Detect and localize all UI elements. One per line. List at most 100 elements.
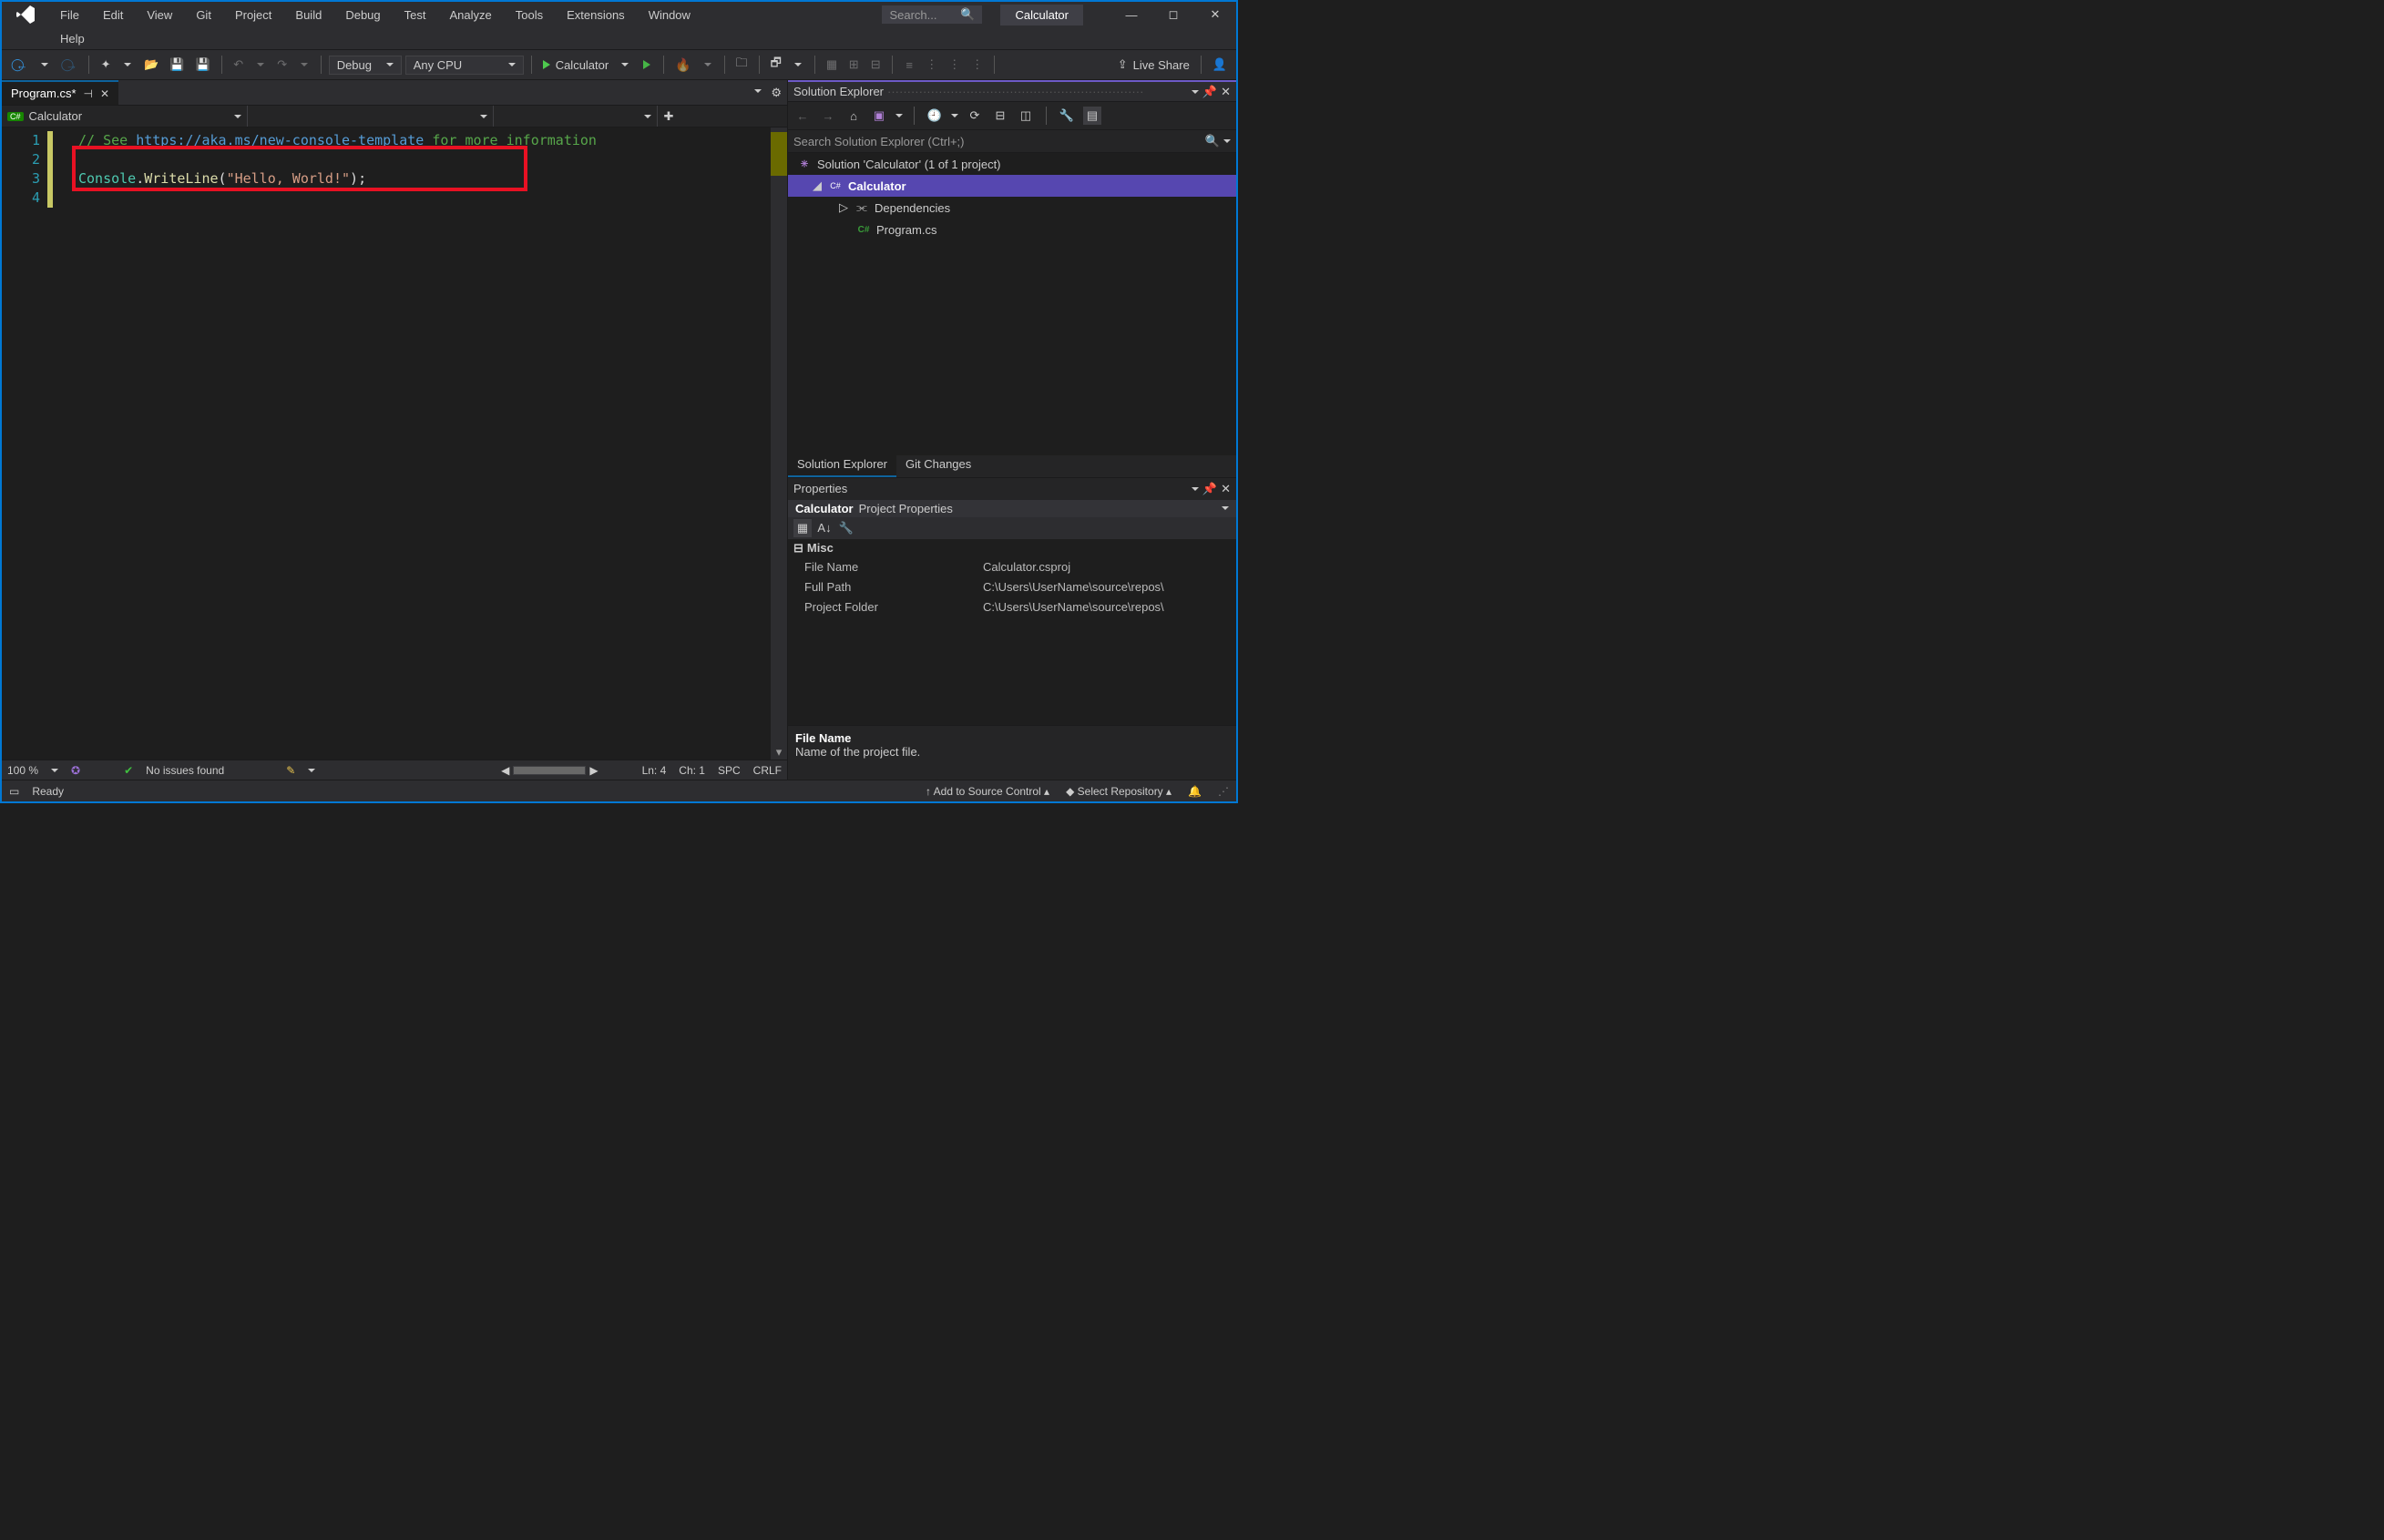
- menu-git[interactable]: Git: [185, 5, 222, 25]
- solution-explorer-tree[interactable]: 🞻 Solution 'Calculator' (1 of 1 project)…: [788, 153, 1236, 455]
- start-without-debugging-button[interactable]: [638, 58, 656, 71]
- property-value[interactable]: C:\Users\UserName\source\repos\: [979, 597, 1236, 617]
- active-files-dropdown[interactable]: [754, 89, 762, 93]
- dependencies-node[interactable]: ▷ ⫘ Dependencies: [788, 197, 1236, 219]
- scroll-down-icon[interactable]: ▾: [771, 745, 787, 760]
- solution-config-combo[interactable]: Debug: [329, 56, 402, 75]
- se-switch-views-button[interactable]: ▣: [870, 107, 888, 125]
- auto-hide-button[interactable]: 📌: [1202, 85, 1217, 99]
- start-debugging-button[interactable]: Calculator: [539, 56, 613, 74]
- window-position-button[interactable]: [1192, 487, 1199, 491]
- error-nav-dropdown[interactable]: [308, 769, 315, 772]
- new-project-button[interactable]: ✦: [97, 56, 115, 74]
- hot-reload-dropdown[interactable]: [699, 61, 717, 68]
- output-indicator-icon[interactable]: ▭: [9, 785, 19, 798]
- quick-search-input[interactable]: Search... 🔍: [882, 5, 982, 24]
- account-button[interactable]: 👤: [1209, 56, 1231, 74]
- se-switch-views-dropdown[interactable]: [895, 114, 903, 117]
- resize-grip-icon[interactable]: ⋰: [1218, 785, 1229, 798]
- menu-analyze[interactable]: Analyze: [438, 5, 502, 25]
- collapse-icon[interactable]: ⊟: [793, 541, 803, 556]
- menu-test[interactable]: Test: [394, 5, 437, 25]
- expander-icon[interactable]: ▷: [838, 200, 849, 215]
- se-preview-button[interactable]: ▤: [1083, 107, 1101, 125]
- property-value[interactable]: C:\Users\UserName\source\repos\: [979, 577, 1236, 597]
- whitespace-mode[interactable]: SPC: [718, 764, 741, 777]
- menu-tools[interactable]: Tools: [505, 5, 554, 25]
- se-properties-button[interactable]: 🔧: [1058, 107, 1076, 125]
- save-button[interactable]: 💾: [166, 56, 188, 74]
- menu-view[interactable]: View: [136, 5, 183, 25]
- browser-link-button[interactable]: 🗗: [767, 53, 785, 76]
- properties-subject[interactable]: Calculator Project Properties: [788, 500, 1236, 517]
- menu-help[interactable]: Help: [49, 28, 96, 49]
- open-file-button[interactable]: 📂: [140, 56, 162, 74]
- intellicode-icon[interactable]: ✪: [71, 764, 80, 777]
- tab-git-changes[interactable]: Git Changes: [896, 455, 980, 477]
- menu-file[interactable]: File: [49, 5, 90, 25]
- start-target-dropdown[interactable]: [616, 61, 634, 68]
- property-row[interactable]: File NameCalculator.csproj: [788, 557, 1236, 577]
- nav-type-combo[interactable]: [248, 106, 494, 127]
- code-body[interactable]: // See https://aka.ms/new-console-templa…: [47, 127, 771, 760]
- menu-debug[interactable]: Debug: [334, 5, 391, 25]
- property-pages-button[interactable]: 🔧: [837, 519, 855, 537]
- select-repository-button[interactable]: ◆ Select Repository ▴: [1066, 785, 1172, 798]
- se-pending-changes-button[interactable]: 🕘: [926, 107, 944, 125]
- property-value[interactable]: Calculator.csproj: [979, 557, 1236, 577]
- menu-build[interactable]: Build: [284, 5, 333, 25]
- close-button[interactable]: ✕: [1194, 2, 1236, 27]
- search-options-dropdown[interactable]: [1223, 139, 1231, 143]
- code-editor[interactable]: 1234 // See https://aka.ms/new-console-t…: [2, 127, 787, 760]
- zoom-level[interactable]: 100 %: [7, 764, 38, 777]
- properties-grid[interactable]: ⊟Misc File NameCalculator.csprojFull Pat…: [788, 539, 1236, 726]
- solution-node[interactable]: 🞻 Solution 'Calculator' (1 of 1 project): [788, 153, 1236, 175]
- nav-back-button[interactable]: ◯←: [7, 56, 32, 74]
- file-node-programcs[interactable]: C# Program.cs: [788, 219, 1236, 240]
- nav-project-combo[interactable]: C# Calculator: [2, 106, 248, 127]
- solution-explorer-search[interactable]: Search Solution Explorer (Ctrl+;) 🔍: [788, 129, 1236, 153]
- document-tab-programcs[interactable]: Program.cs* ⊣ ✕: [2, 80, 118, 105]
- hscroll-right[interactable]: ▶: [589, 764, 598, 777]
- pin-tab-button[interactable]: ⊣: [84, 87, 93, 100]
- se-home-button[interactable]: ⌂: [844, 107, 863, 125]
- se-collapse-all-button[interactable]: ⊟: [991, 107, 1009, 125]
- solution-explorer-header[interactable]: Solution Explorer ······················…: [788, 80, 1236, 102]
- close-tab-button[interactable]: ✕: [100, 87, 109, 100]
- nav-member-combo[interactable]: [494, 106, 658, 127]
- window-position-button[interactable]: [1192, 90, 1199, 94]
- new-project-dropdown[interactable]: [118, 61, 137, 68]
- solution-platform-combo[interactable]: Any CPU: [405, 56, 524, 75]
- categorized-button[interactable]: ▦: [793, 519, 812, 537]
- property-row[interactable]: Full PathC:\Users\UserName\source\repos\: [788, 577, 1236, 597]
- notifications-button[interactable]: 🔔: [1188, 785, 1202, 798]
- properties-header[interactable]: Properties 📌 ✕: [788, 478, 1236, 500]
- se-show-all-button[interactable]: ◫: [1017, 107, 1035, 125]
- menu-project[interactable]: Project: [224, 5, 282, 25]
- maximize-button[interactable]: ◻: [1152, 2, 1194, 27]
- menu-extensions[interactable]: Extensions: [556, 5, 636, 25]
- properties-category[interactable]: ⊟Misc: [788, 539, 1236, 557]
- find-in-files-button[interactable]: 🗀: [732, 53, 752, 76]
- editor-scrollbar[interactable]: ▴ ▾: [771, 127, 787, 760]
- se-sync-button[interactable]: ⟳: [966, 107, 984, 125]
- expander-icon[interactable]: ◢: [812, 178, 823, 193]
- split-editor-button[interactable]: ✚: [658, 106, 680, 127]
- menu-window[interactable]: Window: [638, 5, 701, 25]
- se-pending-changes-dropdown[interactable]: [951, 114, 958, 117]
- save-all-button[interactable]: 💾: [192, 56, 214, 74]
- caret-col[interactable]: Ch: 1: [679, 764, 705, 777]
- tab-options-button[interactable]: ⚙: [771, 86, 782, 100]
- alphabetical-button[interactable]: A↓: [815, 519, 834, 537]
- caret-line[interactable]: Ln: 4: [642, 764, 667, 777]
- minimize-button[interactable]: —: [1110, 2, 1152, 27]
- close-panel-button[interactable]: ✕: [1221, 85, 1231, 99]
- hot-reload-button[interactable]: 🔥: [671, 56, 694, 75]
- project-node[interactable]: ◢ C# Calculator: [788, 175, 1236, 197]
- close-panel-button[interactable]: ✕: [1221, 482, 1231, 496]
- no-issues-label[interactable]: No issues found: [146, 764, 224, 777]
- auto-hide-button[interactable]: 📌: [1202, 482, 1217, 496]
- line-endings[interactable]: CRLF: [753, 764, 782, 777]
- hscroll-left[interactable]: ◀: [501, 764, 509, 777]
- menu-edit[interactable]: Edit: [92, 5, 134, 25]
